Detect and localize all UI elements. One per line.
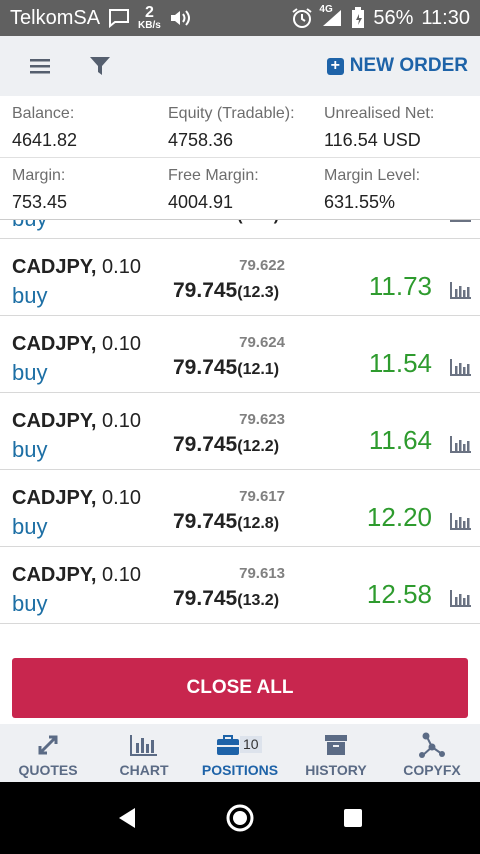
free-margin-cell: Free Margin: 4004.91 bbox=[168, 158, 324, 218]
balance-cell: Balance: 4641.82 bbox=[12, 96, 168, 157]
nav-quotes-label: QUOTES bbox=[18, 762, 78, 778]
position-row[interactable]: CADJPY, 0.10 buy 79.613 79.745(13.2) 12.… bbox=[0, 547, 480, 624]
current-price: 79.745(12.8) bbox=[173, 510, 280, 533]
position-symbol: CADJPY, 0.10 bbox=[12, 256, 141, 278]
network-nodes-icon bbox=[418, 732, 446, 758]
menu-icon[interactable] bbox=[20, 46, 60, 86]
nav-quotes[interactable]: QUOTES bbox=[0, 724, 96, 782]
margin-label: Margin: bbox=[12, 167, 66, 184]
position-symbol: CADJPY, 0.10 bbox=[12, 333, 141, 355]
toolbar: + NEW ORDER bbox=[0, 36, 480, 96]
volume-icon bbox=[169, 8, 193, 28]
message-icon bbox=[108, 8, 130, 28]
current-price: 79.745(12.2) bbox=[173, 433, 280, 456]
nav-positions[interactable]: 10 POSITIONS bbox=[192, 724, 288, 782]
recents-icon[interactable] bbox=[328, 793, 378, 843]
position-symbol: CADJPY, 0.10 bbox=[12, 564, 141, 586]
position-profit: 12.20 bbox=[366, 502, 432, 532]
close-all-button[interactable]: CLOSE ALL bbox=[12, 658, 468, 718]
position-row[interactable]: CADJPY, 0.10 buy 79.623 79.745(12.2) 11.… bbox=[0, 393, 480, 470]
margin-level-cell: Margin Level: 631.55% bbox=[324, 158, 480, 218]
plus-icon: + bbox=[326, 57, 344, 75]
bar-chart-icon[interactable] bbox=[450, 435, 472, 453]
new-order-button[interactable]: + NEW ORDER bbox=[326, 55, 468, 77]
margin-level-value: 631.55% bbox=[324, 192, 396, 212]
position-side: buy bbox=[12, 514, 48, 539]
position-side: buy bbox=[12, 591, 48, 616]
current-price: 79.745(13.2) bbox=[173, 587, 280, 610]
open-price: 79.624 bbox=[239, 334, 285, 351]
unrealised-cell: Unrealised Net: 116.54 USD bbox=[324, 96, 480, 157]
position-profit: 11.73 bbox=[368, 271, 432, 301]
positions-count-badge: 10 bbox=[240, 736, 262, 753]
close-all-bar: CLOSE ALL bbox=[0, 656, 480, 724]
open-price: 79.617 bbox=[239, 488, 285, 505]
position-row[interactable]: CADJPY, 0.10 buy 79.624 79.745(12.1) 11.… bbox=[0, 316, 480, 393]
nav-chart[interactable]: CHART bbox=[96, 724, 192, 782]
equity-label: Equity (Tradable): bbox=[168, 105, 295, 122]
battery-level: 56% bbox=[373, 6, 414, 29]
position-side: buy bbox=[12, 283, 48, 308]
bar-chart-icon[interactable] bbox=[450, 281, 472, 299]
position-symbol: CADJPY, 0.10 bbox=[12, 487, 141, 509]
bottom-nav: QUOTES CHART 10 POSITIONS HISTORY COPYFX bbox=[0, 724, 480, 782]
chart-icon bbox=[130, 732, 158, 758]
nav-history-label: HISTORY bbox=[305, 762, 367, 778]
bar-chart-icon[interactable] bbox=[450, 589, 472, 607]
position-side: buy bbox=[12, 220, 47, 232]
archive-icon bbox=[324, 732, 348, 758]
clock: 11:30 bbox=[421, 6, 470, 29]
position-symbol: CADJPY, 0.10 bbox=[12, 410, 141, 432]
equity-value: 4758.36 bbox=[168, 130, 234, 150]
nav-history[interactable]: HISTORY bbox=[288, 724, 384, 782]
battery-icon bbox=[351, 7, 365, 29]
open-price: 79.613 bbox=[239, 565, 285, 582]
home-icon[interactable] bbox=[215, 793, 265, 843]
system-nav-bar bbox=[0, 782, 480, 854]
carrier-name: TelkomSA bbox=[10, 6, 101, 29]
nav-copyfx[interactable]: COPYFX bbox=[384, 724, 480, 782]
position-profit: 11.64 bbox=[368, 425, 432, 455]
back-icon[interactable] bbox=[102, 793, 152, 843]
nav-copyfx-label: COPYFX bbox=[403, 762, 461, 778]
current-price: 79.745(12.1) bbox=[173, 356, 280, 379]
status-bar: TelkomSA 2 KB/s 4G 56% 11:30 bbox=[0, 0, 480, 36]
network-speed: 2 KB/s bbox=[138, 4, 161, 31]
bar-chart-icon[interactable] bbox=[450, 512, 472, 530]
position-row[interactable]: CADJPY, 0.10 buy 79.617 79.745(12.8) 12.… bbox=[0, 470, 480, 547]
margin-value: 753.45 bbox=[12, 192, 68, 212]
free-margin-value: 4004.91 bbox=[168, 192, 234, 212]
account-summary: Balance: 4641.82 Equity (Tradable): 4758… bbox=[0, 96, 480, 220]
nav-chart-label: CHART bbox=[119, 762, 169, 778]
new-order-label: NEW ORDER bbox=[349, 55, 468, 76]
unrealised-value: 116.54 USD bbox=[324, 130, 421, 150]
current-price: 79.745(12.3) bbox=[173, 279, 280, 302]
unrealised-label: Unrealised Net: bbox=[324, 105, 435, 122]
position-side: buy bbox=[12, 360, 48, 385]
current-price: 79.745(12.4) bbox=[173, 220, 279, 226]
filter-icon[interactable] bbox=[80, 46, 120, 86]
equity-cell: Equity (Tradable): 4758.36 bbox=[168, 96, 324, 157]
expand-arrows-icon bbox=[36, 732, 60, 758]
position-profit: 12.58 bbox=[366, 579, 432, 609]
alarm-icon bbox=[291, 7, 313, 29]
bar-chart-icon[interactable] bbox=[450, 220, 472, 222]
position-row[interactable]: CADJPY, 0.10 buy 79.621 79.745(12.4) 11.… bbox=[0, 220, 480, 239]
position-profit: 11.54 bbox=[368, 348, 432, 378]
briefcase-icon: 10 bbox=[216, 732, 264, 758]
open-price: 79.622 bbox=[239, 257, 285, 274]
signal-icon: 4G bbox=[319, 4, 343, 28]
free-margin-label: Free Margin: bbox=[168, 167, 259, 184]
position-side: buy bbox=[12, 437, 48, 462]
open-price: 79.623 bbox=[239, 411, 285, 428]
balance-label: Balance: bbox=[12, 105, 75, 122]
position-profit: 11.82 bbox=[369, 220, 432, 225]
margin-level-label: Margin Level: bbox=[324, 167, 421, 184]
margin-cell: Margin: 753.45 bbox=[12, 158, 168, 218]
balance-value: 4641.82 bbox=[12, 130, 78, 150]
bar-chart-icon[interactable] bbox=[450, 358, 472, 376]
position-row[interactable]: CADJPY, 0.10 buy 79.622 79.745(12.3) 11.… bbox=[0, 239, 480, 316]
nav-positions-label: POSITIONS bbox=[201, 762, 279, 778]
positions-list[interactable]: CADJPY, 0.10 buy 79.621 79.745(12.4) 11.… bbox=[0, 220, 480, 656]
